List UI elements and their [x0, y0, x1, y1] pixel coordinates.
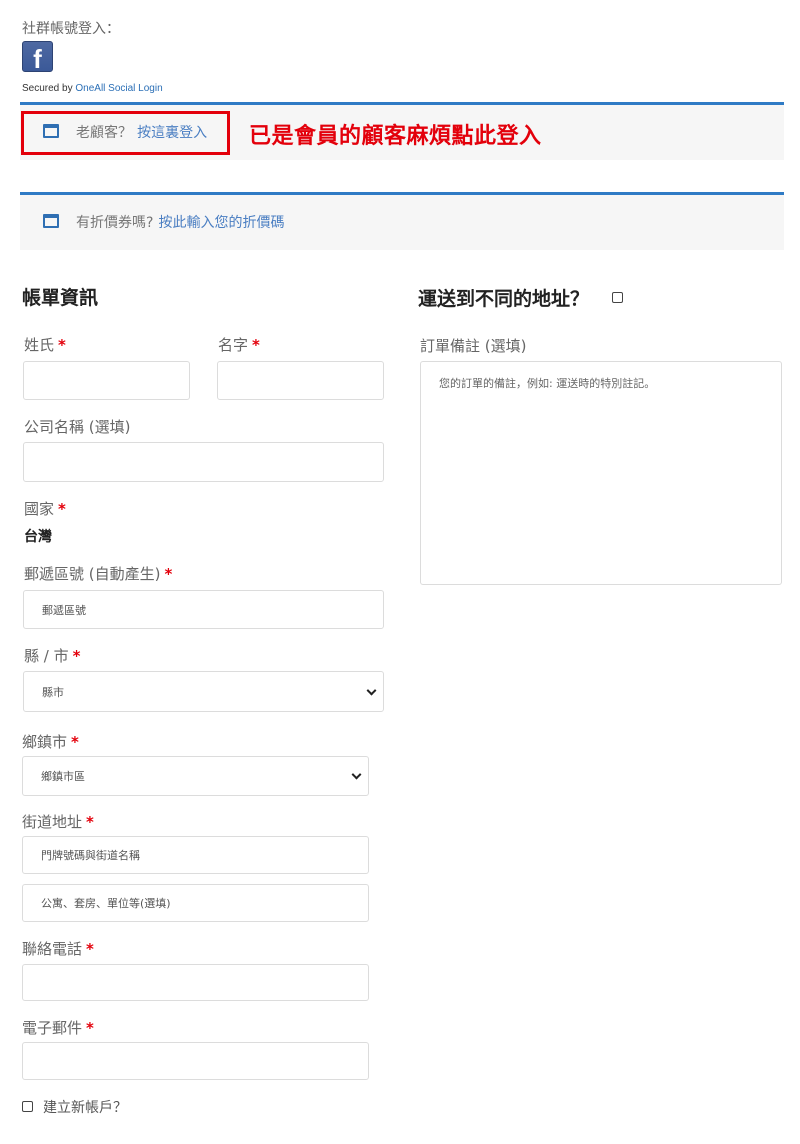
postcode-input[interactable]: 郵遞區號	[23, 590, 384, 629]
ship-different-checkbox[interactable]	[612, 292, 623, 303]
login-link[interactable]: 按這裏登入	[137, 125, 207, 141]
facebook-icon: f	[33, 44, 42, 74]
coupon-notice-text: 有折價券嗎?	[76, 215, 154, 231]
county-placeholder: 縣市	[42, 685, 64, 699]
login-notice-text: 老顧客？	[76, 125, 132, 141]
company-input[interactable]	[23, 442, 384, 482]
required-mark: *	[58, 500, 66, 518]
coupon-link[interactable]: 按此輸入您的折價碼	[159, 215, 285, 231]
required-mark: *	[86, 940, 94, 958]
phone-label: 聯絡電話 *	[22, 938, 94, 959]
chevron-down-icon	[366, 685, 377, 696]
email-label: 電子郵件 *	[22, 1017, 94, 1038]
required-mark: *	[164, 565, 173, 583]
order-notes-placeholder: 您的訂單的備註，例如: 運送時的特別註記。	[439, 377, 656, 390]
first-name-label: 名字 *	[218, 334, 260, 355]
login-annotation: 已是會員的顧客麻煩點此登入	[249, 124, 542, 149]
last-name-input[interactable]	[23, 361, 190, 400]
postcode-label: 郵遞區號 (自動產生) *	[24, 563, 172, 584]
county-label: 縣 / 市 *	[24, 645, 80, 666]
order-notes-textarea[interactable]: 您的訂單的備註，例如: 運送時的特別註記。	[420, 361, 782, 585]
first-name-input[interactable]	[217, 361, 384, 400]
secured-by-label: Secured by	[22, 83, 73, 94]
postcode-label-text: 郵遞區號 (自動產生)	[24, 565, 161, 583]
required-mark: *	[86, 1019, 94, 1037]
country-label-text: 國家	[24, 500, 55, 518]
township-label: 鄉鎮市 *	[22, 731, 79, 752]
county-label-text: 縣 / 市	[24, 647, 69, 665]
login-notice-content: 老顧客？ 按這裏登入	[76, 122, 207, 142]
country-label: 國家 *	[24, 498, 66, 519]
window-icon	[43, 124, 59, 138]
township-placeholder: 鄉鎮市區	[41, 770, 85, 783]
street-address-1-placeholder: 門牌號碼與街道名稱	[41, 849, 140, 862]
last-name-label-text: 姓氏	[24, 336, 55, 354]
ship-different-heading: 運送到不同的地址？	[418, 288, 590, 310]
street-label: 街道地址 *	[22, 811, 94, 832]
required-mark: *	[71, 733, 79, 751]
create-account-checkbox[interactable]	[22, 1101, 33, 1112]
oneall-link[interactable]: OneAll Social Login	[75, 83, 162, 94]
phone-label-text: 聯絡電話	[22, 940, 83, 958]
phone-input[interactable]	[22, 964, 369, 1001]
postcode-placeholder: 郵遞區號	[42, 603, 86, 617]
street-address-2-input[interactable]: 公寓、套房、單位等(選填)	[22, 884, 369, 922]
street-label-text: 街道地址	[22, 813, 83, 831]
country-value: 台灣	[24, 529, 52, 545]
required-mark: *	[72, 647, 81, 665]
first-name-label-text: 名字	[218, 336, 249, 354]
coupon-notice-content: 有折價券嗎? 按此輸入您的折價碼	[76, 212, 285, 232]
create-account-label[interactable]: 建立新帳戶？	[43, 1097, 127, 1117]
secured-by-text: Secured by OneAll Social Login	[22, 83, 163, 94]
required-mark: *	[252, 336, 260, 354]
street-address-1-input[interactable]: 門牌號碼與街道名稱	[22, 836, 369, 874]
facebook-login-button[interactable]: f	[22, 41, 53, 74]
required-mark: *	[86, 813, 94, 831]
county-select[interactable]: 縣市	[23, 671, 384, 712]
order-notes-label: 訂單備註 (選填)	[420, 337, 527, 355]
chevron-down-icon	[351, 769, 362, 780]
social-login-title: 社群帳號登入：	[22, 21, 120, 37]
company-label: 公司名稱 (選填)	[24, 418, 131, 436]
window-icon	[43, 214, 59, 228]
email-label-text: 電子郵件	[22, 1019, 83, 1037]
last-name-label: 姓氏 *	[24, 334, 66, 355]
township-select[interactable]: 鄉鎮市區	[22, 756, 369, 796]
email-input[interactable]	[22, 1042, 369, 1080]
township-label-text: 鄉鎮市	[22, 733, 68, 751]
required-mark: *	[58, 336, 66, 354]
billing-heading: 帳單資訊	[22, 287, 99, 309]
street-address-2-placeholder: 公寓、套房、單位等(選填)	[41, 897, 171, 910]
